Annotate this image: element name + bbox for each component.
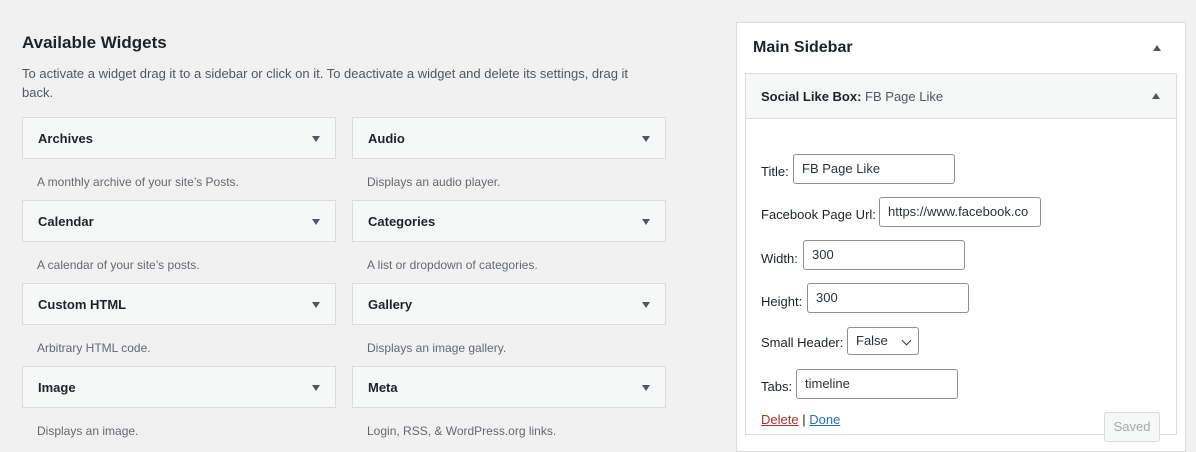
chevron-up-icon[interactable] xyxy=(1152,93,1160,99)
widget-calendar[interactable]: Calendar xyxy=(22,200,336,242)
main-sidebar-area: Main Sidebar Social Like Box: FB Page Li… xyxy=(736,22,1186,452)
widget-description: A monthly archive of your site’s Posts. xyxy=(37,175,239,189)
chevron-down-icon[interactable] xyxy=(642,302,650,308)
title-input[interactable]: FB Page Like xyxy=(793,154,955,184)
facebook-page-url-label: Facebook Page Url: xyxy=(761,207,876,222)
width-input[interactable]: 300 xyxy=(803,240,965,270)
widget-description: A calendar of your site’s posts. xyxy=(37,258,200,272)
height-input[interactable]: 300 xyxy=(807,283,969,313)
chevron-down-icon[interactable] xyxy=(642,385,650,391)
widget-title: Categories xyxy=(368,214,436,229)
widget-gallery[interactable]: Gallery xyxy=(352,283,666,325)
widget-description: A list or dropdown of categories. xyxy=(367,258,538,272)
widget-description: Displays an image. xyxy=(37,424,139,438)
widget-audio[interactable]: Audio xyxy=(352,117,666,159)
done-link[interactable]: Done xyxy=(809,412,840,427)
widget-meta[interactable]: Meta xyxy=(352,366,666,408)
widget-name: Social Like Box: xyxy=(761,89,862,104)
widget-image[interactable]: Image xyxy=(22,366,336,408)
width-label: Width: xyxy=(761,251,798,266)
chevron-down-icon[interactable] xyxy=(642,136,650,142)
height-label: Height: xyxy=(761,294,803,309)
small-header-value: False xyxy=(856,333,888,348)
delete-link[interactable]: Delete xyxy=(761,412,799,427)
chevron-down-icon xyxy=(901,335,912,346)
widget-archives[interactable]: Archives xyxy=(22,117,336,159)
widget-title: Image xyxy=(38,380,76,395)
chevron-down-icon[interactable] xyxy=(312,136,320,142)
tabs-label: Tabs: xyxy=(761,379,793,394)
widget-description: Arbitrary HTML code. xyxy=(37,341,151,355)
widget-actions: Delete | Done xyxy=(761,412,840,427)
chevron-up-icon[interactable] xyxy=(1153,45,1161,51)
available-widgets-title: Available Widgets xyxy=(22,33,167,52)
chevron-down-icon[interactable] xyxy=(312,219,320,225)
widget-title: Archives xyxy=(38,131,93,146)
chevron-down-icon[interactable] xyxy=(642,219,650,225)
widget-description: Displays an audio player. xyxy=(367,175,501,189)
sidebar-title[interactable]: Main Sidebar xyxy=(753,39,853,57)
widget-title: Gallery xyxy=(368,297,413,312)
widget-instance-title: FB Page Like xyxy=(865,89,944,104)
widget-description: Displays an image gallery. xyxy=(367,341,507,355)
widget-categories[interactable]: Categories xyxy=(352,200,666,242)
widget-title: Meta xyxy=(368,380,398,395)
chevron-down-icon[interactable] xyxy=(312,302,320,308)
widget-header-title: Social Like Box: FB Page Like xyxy=(761,89,943,104)
small-header-label: Small Header: xyxy=(761,335,844,350)
chevron-down-icon[interactable] xyxy=(312,385,320,391)
small-header-select[interactable]: False xyxy=(847,327,919,355)
widget-title: Audio xyxy=(368,131,405,146)
widget-description: Login, RSS, & WordPress.org links. xyxy=(367,424,557,438)
title-label: Title: xyxy=(761,164,789,179)
saved-button[interactable]: Saved xyxy=(1104,412,1160,442)
action-separator: | xyxy=(802,412,806,427)
tabs-input[interactable]: timeline xyxy=(796,369,958,399)
widget-title: Calendar xyxy=(38,214,94,229)
social-like-box-widget: Social Like Box: FB Page Like Title: FB … xyxy=(745,73,1177,442)
widget-title: Custom HTML xyxy=(38,297,127,312)
facebook-page-url-input[interactable]: https://www.facebook.co xyxy=(879,197,1041,227)
available-widgets-description: To activate a widget drag it to a sideba… xyxy=(22,66,629,100)
widget-custom-html[interactable]: Custom HTML xyxy=(22,283,336,325)
widget-header[interactable]: Social Like Box: FB Page Like xyxy=(746,74,1176,119)
